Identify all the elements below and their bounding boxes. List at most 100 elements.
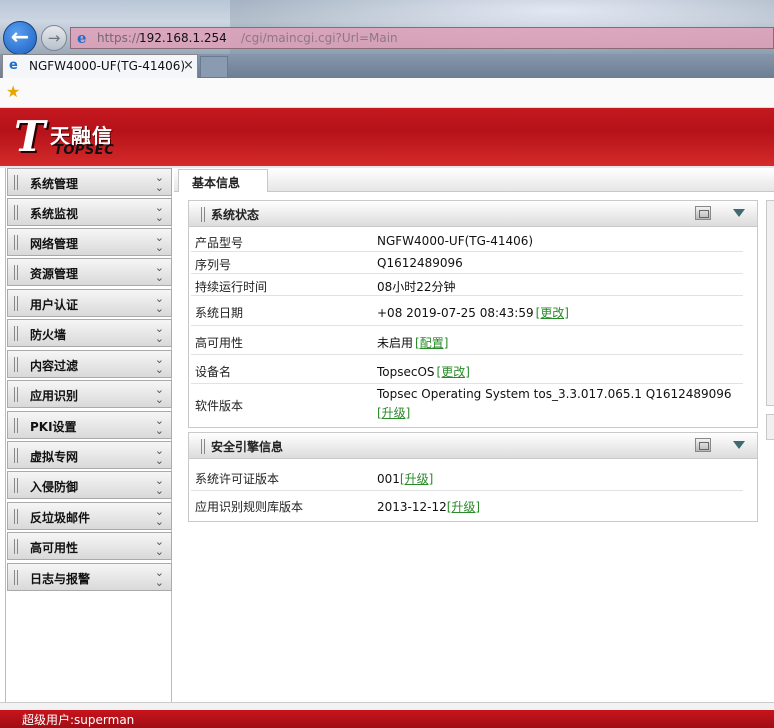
logo-name-en: TOPSEC <box>54 143 115 158</box>
maximize-icon[interactable] <box>695 438 711 452</box>
sidebar-item-label: 内容过滤 <box>30 359 79 373</box>
system-date-value: +08 2019-07-25 08:43:59 <box>377 306 534 320</box>
sidebar-item-label: 日志与报警 <box>30 572 91 586</box>
upgrade-license-link[interactable]: [升级] <box>400 472 433 486</box>
sidebar-item-label: 高可用性 <box>30 541 79 555</box>
configure-ha-link[interactable]: [配置] <box>415 336 448 350</box>
row-value: +08 2019-07-25 08:43:59 [更改] <box>377 304 569 321</box>
change-date-link[interactable]: [更改] <box>536 306 569 320</box>
sidebar-item-network[interactable]: 网络管理 ⌄ ⌄ <box>7 228 172 256</box>
sidebar-item-label: 用户认证 <box>30 298 79 312</box>
sidebar-item-label: PKI设置 <box>30 420 77 434</box>
sidebar-item-ips[interactable]: 入侵防御 ⌄ ⌄ <box>7 471 172 499</box>
close-icon[interactable]: × <box>183 58 194 73</box>
back-arrow-icon[interactable]: ← <box>3 21 37 55</box>
sidebar-item-label: 入侵防御 <box>30 480 79 494</box>
sidebar: 系统管理 ⌄ ⌄ 系统监视 ⌄ ⌄ 网络管理 ⌄ ⌄ 资源管理 ⌄ ⌄ 用户认证 ⌄ ⌄ … <box>5 168 172 702</box>
sidebar-item-system-monitor[interactable]: 系统监视 ⌄ ⌄ <box>7 198 172 226</box>
app-rules-version-value: 2013-12-12 <box>377 500 447 514</box>
grip-icon <box>201 207 207 222</box>
sidebar-item-pki[interactable]: PKI设置 ⌄ ⌄ <box>7 411 172 439</box>
grip-icon <box>14 235 20 250</box>
tab-basic-info[interactable]: 基本信息 <box>178 169 268 192</box>
table-row: 系统日期 +08 2019-07-25 08:43:59 [更改] <box>191 296 743 326</box>
row-value: NGFW4000-UF(TG-41406) <box>377 234 534 248</box>
grip-icon <box>14 265 20 280</box>
sidebar-item-label: 系统管理 <box>30 177 79 191</box>
grip-icon <box>14 418 20 433</box>
sidebar-item-label: 系统监视 <box>30 207 79 221</box>
row-key: 持续运行时间 <box>195 280 268 294</box>
sidebar-item-firewall[interactable]: 防火墙 ⌄ ⌄ <box>7 319 172 347</box>
right-panel-edge <box>766 200 774 406</box>
grip-icon <box>14 357 20 372</box>
panel-header: 系统状态 <box>189 201 757 227</box>
url-path: /cgi/maincgi.cgi?Url=Main <box>241 31 398 45</box>
ha-status-value: 未启用 <box>377 336 414 350</box>
row-value: TopsecOS [更改] <box>377 363 470 380</box>
browser-tab[interactable]: e NGFW4000-UF(TG-41406) × <box>2 54 198 78</box>
double-chevron-down-icon: ⌄ ⌄ <box>154 535 164 558</box>
ie-icon: e <box>77 29 87 47</box>
address-bar[interactable]: e https:// 192.168.1.254 /cgi/maincgi.cg… <box>70 27 774 49</box>
url-host: 192.168.1.254 <box>139 31 227 45</box>
double-chevron-down-icon: ⌄ ⌄ <box>154 231 164 254</box>
favorites-star-icon[interactable]: ★ <box>6 83 20 101</box>
browser-tab-strip: e NGFW4000-UF(TG-41406) × <box>0 54 774 78</box>
row-value: 08小时22分钟 <box>377 280 456 294</box>
collapse-triangle-icon[interactable] <box>733 441 745 449</box>
sidebar-item-content-filter[interactable]: 内容过滤 ⌄ ⌄ <box>7 350 172 378</box>
right-panel-edge <box>766 414 774 440</box>
table-row: 软件版本 Topsec Operating System tos_3.3.017… <box>191 384 743 424</box>
change-device-name-link[interactable]: [更改] <box>437 365 470 379</box>
row-key: 应用识别规则库版本 <box>195 500 304 514</box>
grip-icon <box>14 326 20 341</box>
row-key: 设备名 <box>195 365 232 379</box>
sidebar-item-vpn[interactable]: 虚拟专网 ⌄ ⌄ <box>7 441 172 469</box>
table-row: 产品型号 NGFW4000-UF(TG-41406) <box>191 230 743 252</box>
upgrade-software-link[interactable]: [升级] <box>377 404 410 421</box>
upgrade-app-rules-link[interactable]: [升级] <box>447 500 480 514</box>
tab-label: 基本信息 <box>192 176 241 190</box>
tab-title: NGFW4000-UF(TG-41406) <box>29 59 186 73</box>
row-key: 软件版本 <box>195 399 244 413</box>
grip-icon <box>14 296 20 311</box>
forward-arrow-icon[interactable]: → <box>41 25 67 51</box>
grip-icon <box>14 448 20 463</box>
table-row: 高可用性 未启用 [配置] <box>191 326 743 355</box>
grip-icon <box>14 478 20 493</box>
device-name-value: TopsecOS <box>377 365 435 379</box>
system-status-panel: 系统状态 产品型号 NGFW4000-UF(TG-41406) 序列号 Q161… <box>188 200 758 428</box>
content-tab-bar: 基本信息 <box>174 168 774 192</box>
maximize-icon[interactable] <box>695 206 711 220</box>
new-tab-button[interactable] <box>200 56 228 78</box>
row-key: 高可用性 <box>195 336 244 350</box>
row-value: 未启用 [配置] <box>377 334 448 351</box>
sidebar-item-logs-alerts[interactable]: 日志与报警 ⌄ ⌄ <box>7 563 172 591</box>
collapse-triangle-icon[interactable] <box>733 209 745 217</box>
current-user: 超级用户:superman <box>22 713 135 727</box>
url-prefix: https:// <box>97 31 141 45</box>
browser-toolbar: ← → e https:// 192.168.1.254 /cgi/maincg… <box>0 0 774 55</box>
sidebar-item-label: 资源管理 <box>30 267 79 281</box>
sidebar-item-antispam[interactable]: 反垃圾邮件 ⌄ ⌄ <box>7 502 172 530</box>
sidebar-item-app-identify[interactable]: 应用识别 ⌄ ⌄ <box>7 380 172 408</box>
sidebar-item-label: 防火墙 <box>30 328 67 342</box>
double-chevron-down-icon: ⌄ ⌄ <box>154 414 164 437</box>
table-row: 设备名 TopsecOS [更改] <box>191 355 743 384</box>
row-value: Q1612489096 <box>377 256 463 270</box>
row-key: 系统许可证版本 <box>195 472 280 486</box>
table-row: 持续运行时间 08小时22分钟 <box>191 274 743 296</box>
double-chevron-down-icon: ⌄ ⌄ <box>154 201 164 224</box>
sidebar-item-system-management[interactable]: 系统管理 ⌄ ⌄ <box>7 168 172 196</box>
row-value: 001[升级] <box>377 470 433 487</box>
grip-icon <box>14 539 20 554</box>
row-key: 系统日期 <box>195 306 244 320</box>
sidebar-item-resources[interactable]: 资源管理 ⌄ ⌄ <box>7 258 172 286</box>
double-chevron-down-icon: ⌄ ⌄ <box>154 353 164 376</box>
row-key: 序列号 <box>195 258 232 272</box>
sidebar-item-user-auth[interactable]: 用户认证 ⌄ ⌄ <box>7 289 172 317</box>
grip-icon <box>14 509 20 524</box>
panel-title: 系统状态 <box>211 208 260 222</box>
sidebar-item-high-availability[interactable]: 高可用性 ⌄ ⌄ <box>7 532 172 560</box>
